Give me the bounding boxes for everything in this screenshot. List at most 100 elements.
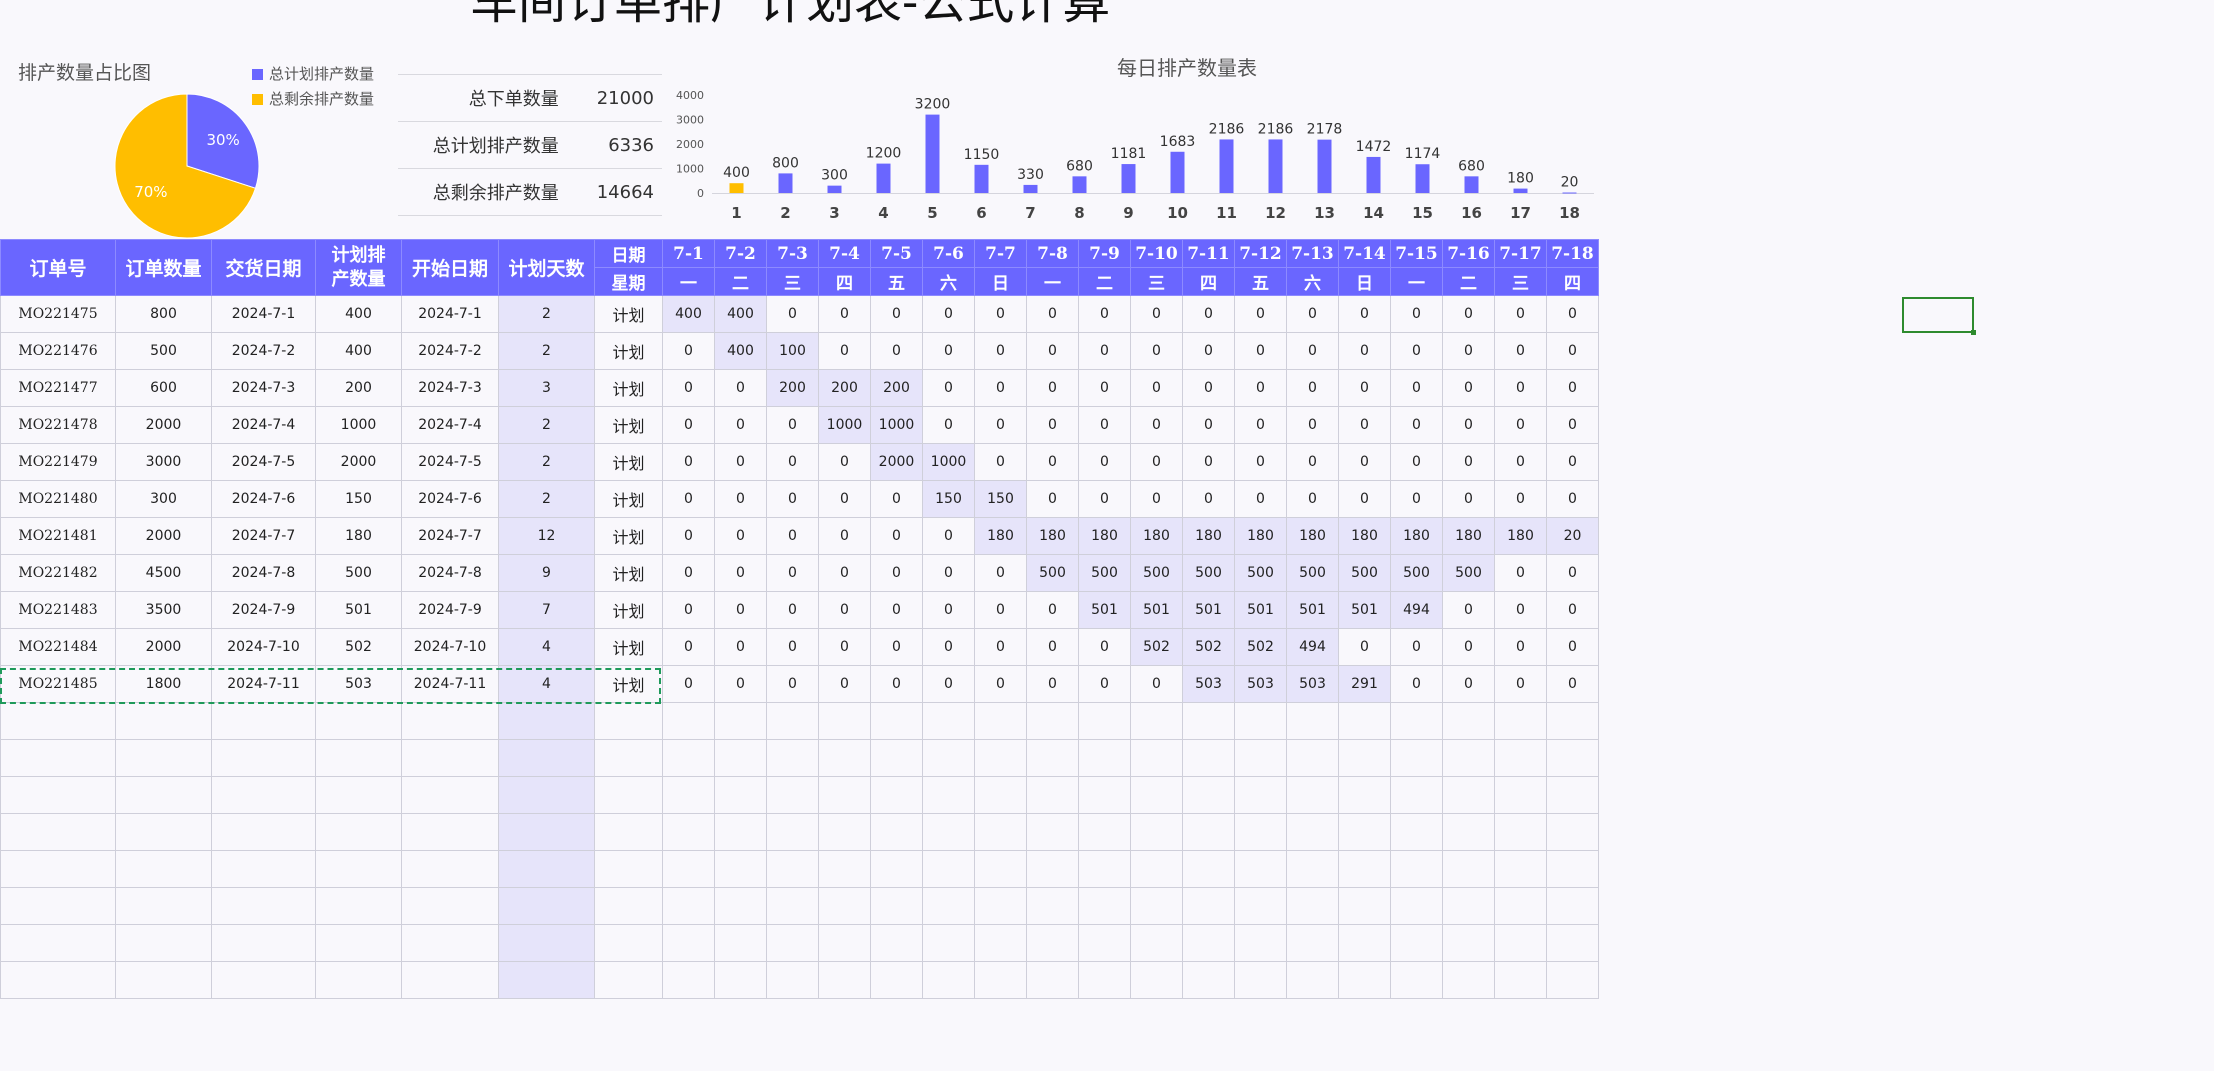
daily-qty-cell[interactable]: 501 <box>1130 591 1183 629</box>
empty-cell[interactable] <box>1494 776 1547 814</box>
empty-cell[interactable] <box>870 813 923 851</box>
daily-qty-cell[interactable]: 0 <box>1130 369 1183 407</box>
order-id-cell[interactable]: MO221483 <box>0 591 116 629</box>
empty-cell[interactable] <box>1286 961 1339 999</box>
empty-cell[interactable] <box>818 887 871 925</box>
empty-cell[interactable] <box>1338 813 1391 851</box>
daily-qty-cell[interactable]: 100 <box>766 332 819 370</box>
empty-cell[interactable] <box>1494 739 1547 777</box>
daily-qty-cell[interactable]: 0 <box>922 332 975 370</box>
daily-qty-cell[interactable]: 0 <box>1494 665 1547 703</box>
empty-cell[interactable] <box>1078 739 1131 777</box>
empty-cell[interactable] <box>870 850 923 888</box>
daily-qty-cell[interactable]: 0 <box>1546 665 1599 703</box>
row-type-cell[interactable]: 计划 <box>594 480 663 518</box>
empty-cell[interactable] <box>922 702 975 740</box>
empty-cell[interactable] <box>766 813 819 851</box>
order-id-cell[interactable]: MO221481 <box>0 517 116 555</box>
empty-cell[interactable] <box>1182 702 1235 740</box>
header-weekday[interactable]: 一 <box>662 267 715 296</box>
daily-qty-cell[interactable]: 500 <box>1442 554 1495 592</box>
empty-cell[interactable] <box>0 850 116 888</box>
daily-qty-cell[interactable]: 0 <box>870 554 923 592</box>
bar-day-12[interactable] <box>1268 139 1283 193</box>
bar-day-6[interactable] <box>974 164 989 193</box>
empty-cell[interactable] <box>1494 702 1547 740</box>
daily-qty-cell[interactable]: 494 <box>1390 591 1443 629</box>
daily-qty-cell[interactable]: 180 <box>1338 517 1391 555</box>
header-weekday[interactable]: 日 <box>974 267 1027 296</box>
order-id-cell[interactable]: MO221480 <box>0 480 116 518</box>
empty-cell[interactable] <box>0 739 116 777</box>
empty-cell[interactable] <box>818 739 871 777</box>
empty-cell[interactable] <box>1442 813 1495 851</box>
empty-cell[interactable] <box>662 702 715 740</box>
empty-cell[interactable] <box>1338 850 1391 888</box>
daily-qty-cell[interactable]: 0 <box>1130 295 1183 333</box>
empty-cell[interactable] <box>1338 924 1391 962</box>
daily-qty-cell[interactable]: 0 <box>1442 480 1495 518</box>
daily-qty-cell[interactable]: 180 <box>974 517 1027 555</box>
daily-qty-cell[interactable]: 0 <box>818 443 871 481</box>
daily-qty-cell[interactable]: 1000 <box>818 406 871 444</box>
header-date-7-3[interactable]: 7-3 <box>766 239 819 268</box>
empty-cell[interactable] <box>1234 887 1287 925</box>
header-date-7-15[interactable]: 7-15 <box>1390 239 1443 268</box>
empty-cell[interactable] <box>1546 702 1599 740</box>
start-date-cell[interactable]: 2024-7-4 <box>401 406 499 444</box>
daily-qty-cell[interactable]: 0 <box>714 628 767 666</box>
empty-cell[interactable] <box>1234 961 1287 999</box>
daily-qty-cell[interactable]: 0 <box>1338 369 1391 407</box>
empty-cell[interactable] <box>315 702 402 740</box>
daily-qty-cell[interactable]: 180 <box>1442 517 1495 555</box>
delivery-date-cell[interactable]: 2024-7-5 <box>211 443 316 481</box>
empty-cell[interactable] <box>1234 813 1287 851</box>
daily-qty-cell[interactable]: 0 <box>1286 332 1339 370</box>
empty-cell[interactable] <box>1078 813 1131 851</box>
empty-cell[interactable] <box>1390 739 1443 777</box>
plan-qty-cell[interactable]: 503 <box>315 665 402 703</box>
empty-cell[interactable] <box>1494 850 1547 888</box>
empty-cell[interactable] <box>1130 739 1183 777</box>
daily-qty-cell[interactable]: 0 <box>974 295 1027 333</box>
daily-qty-cell[interactable]: 0 <box>818 554 871 592</box>
daily-qty-cell[interactable]: 291 <box>1338 665 1391 703</box>
empty-cell[interactable] <box>315 813 402 851</box>
daily-qty-cell[interactable]: 0 <box>1182 443 1235 481</box>
empty-cell[interactable] <box>974 887 1027 925</box>
header-weekday[interactable]: 一 <box>1390 267 1443 296</box>
empty-cell[interactable] <box>594 924 663 962</box>
bar-day-1[interactable] <box>729 183 744 193</box>
daily-qty-cell[interactable]: 500 <box>1130 554 1183 592</box>
daily-qty-cell[interactable]: 0 <box>974 369 1027 407</box>
daily-qty-cell[interactable]: 501 <box>1286 591 1339 629</box>
daily-qty-cell[interactable]: 0 <box>1338 406 1391 444</box>
empty-cell[interactable] <box>401 924 499 962</box>
daily-qty-cell[interactable]: 0 <box>1078 665 1131 703</box>
daily-qty-cell[interactable]: 0 <box>922 517 975 555</box>
plan-days-cell[interactable]: 9 <box>498 554 595 592</box>
daily-qty-cell[interactable]: 20 <box>1546 517 1599 555</box>
daily-qty-cell[interactable]: 1000 <box>922 443 975 481</box>
daily-qty-cell[interactable]: 0 <box>1078 369 1131 407</box>
bar-day-5[interactable] <box>925 114 940 193</box>
empty-cell[interactable] <box>974 850 1027 888</box>
empty-cell[interactable] <box>1130 924 1183 962</box>
daily-qty-cell[interactable]: 0 <box>1026 591 1079 629</box>
empty-cell[interactable] <box>211 850 316 888</box>
header-weekday[interactable]: 三 <box>1494 267 1547 296</box>
daily-qty-cell[interactable]: 0 <box>1338 332 1391 370</box>
daily-qty-cell[interactable]: 0 <box>714 554 767 592</box>
empty-cell[interactable] <box>662 776 715 814</box>
empty-cell[interactable] <box>1130 702 1183 740</box>
empty-cell[interactable] <box>115 961 212 999</box>
daily-qty-cell[interactable]: 1000 <box>870 406 923 444</box>
empty-cell[interactable] <box>766 776 819 814</box>
empty-cell[interactable] <box>0 924 116 962</box>
daily-qty-cell[interactable]: 0 <box>1078 443 1131 481</box>
empty-cell[interactable] <box>922 850 975 888</box>
empty-cell[interactable] <box>1390 702 1443 740</box>
row-type-cell[interactable]: 计划 <box>594 332 663 370</box>
daily-qty-cell[interactable]: 0 <box>1338 295 1391 333</box>
bar-day-18[interactable] <box>1562 192 1577 194</box>
